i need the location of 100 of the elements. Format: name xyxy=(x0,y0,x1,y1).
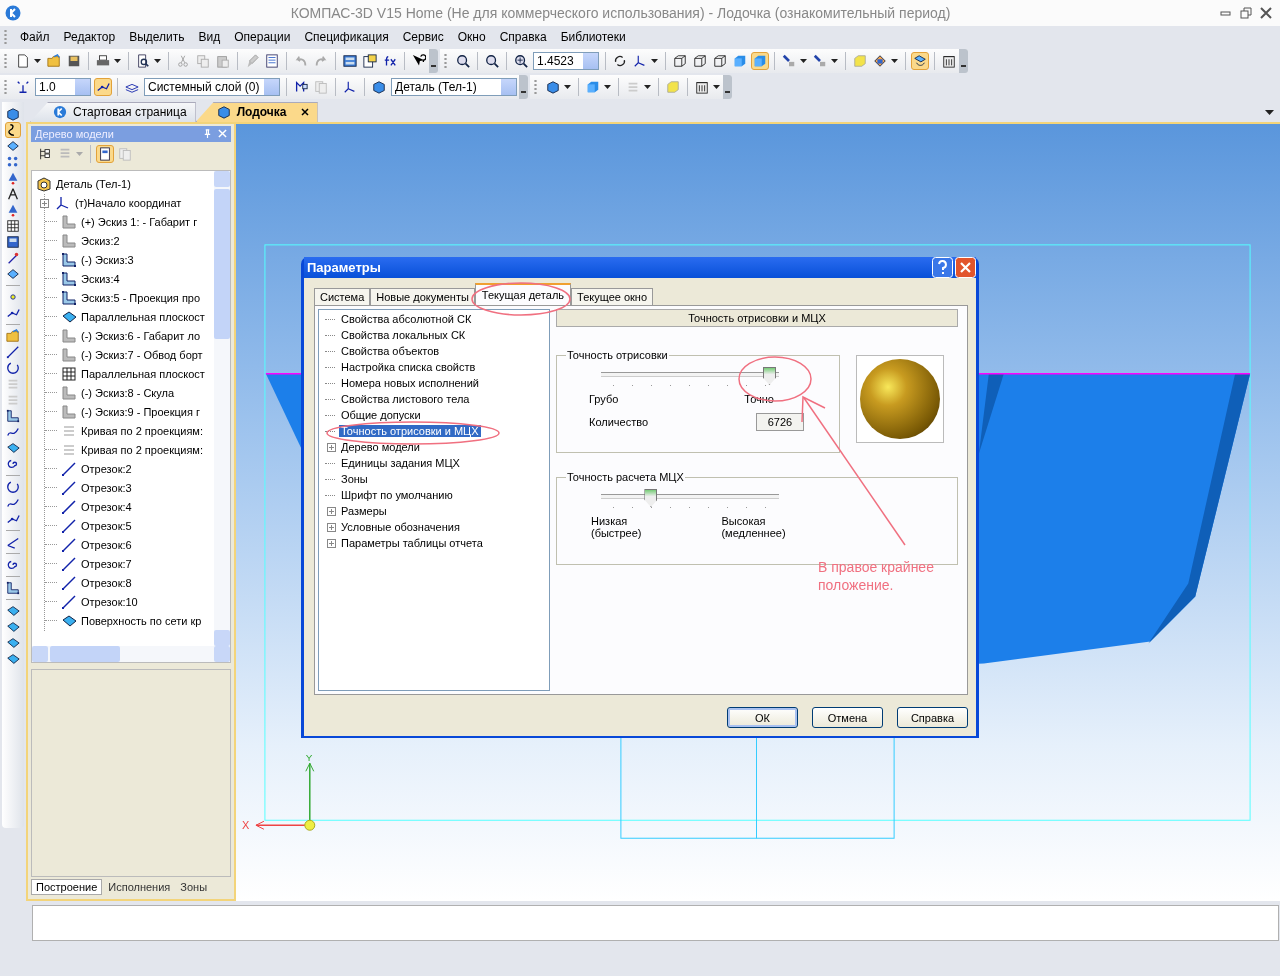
menu-item[interactable]: Выделить xyxy=(122,29,192,44)
dropdown-arrow-icon[interactable] xyxy=(651,58,658,63)
settings-tree-item[interactable]: Дерево модели xyxy=(339,441,422,453)
dialog-tab[interactable]: Текущее окно xyxy=(571,288,654,305)
tree-item[interactable]: Отрезок:2 xyxy=(81,463,132,476)
settings-tree-item[interactable]: Шрифт по умолчанию xyxy=(339,489,455,501)
dropdown-arrow-icon[interactable] xyxy=(800,58,807,63)
dialog-tab[interactable]: Новые документы xyxy=(370,288,475,305)
settings-tree-item[interactable]: Параметры таблицы отчета xyxy=(339,537,485,549)
tree-item[interactable]: Отрезок:3 xyxy=(81,482,132,495)
tree-item[interactable]: Отрезок:8 xyxy=(81,577,132,590)
toolbar-options-button[interactable] xyxy=(959,48,968,73)
dialog-button[interactable]: ОК xyxy=(727,707,798,728)
step-toggle-icon[interactable] xyxy=(94,77,112,96)
menu-item[interactable]: Вид xyxy=(191,29,228,44)
toolbar-options-button[interactable] xyxy=(429,48,438,73)
tab-list-arrow-icon[interactable] xyxy=(1265,109,1274,115)
tree-item[interactable]: Кривая по 2 проекциям: xyxy=(81,425,203,438)
dialog-tab[interactable]: Текущая деталь xyxy=(474,283,572,305)
shaded-cube-icon[interactable] xyxy=(751,51,769,70)
dropdown-arrow-icon[interactable] xyxy=(644,84,651,89)
step-combo[interactable]: 1.0 xyxy=(35,77,91,96)
cube-icon[interactable] xyxy=(5,105,21,122)
document-tab[interactable]: Лодочка xyxy=(195,101,318,122)
grid-icon[interactable] xyxy=(5,217,21,234)
dialog-tab[interactable]: Система xyxy=(314,288,371,305)
page-icon[interactable] xyxy=(96,144,114,163)
close-icon[interactable] xyxy=(1260,7,1272,19)
polyline-icon[interactable] xyxy=(5,407,21,424)
expand-icon[interactable] xyxy=(327,522,336,532)
panel-tab[interactable]: Исполнения xyxy=(104,880,175,895)
settings-tree-item[interactable]: Свойства листового тела xyxy=(339,393,472,405)
menu-item[interactable]: Справка xyxy=(492,29,554,44)
dropdown-arrow-icon[interactable] xyxy=(891,58,898,63)
dropdown-arrow-icon[interactable] xyxy=(114,58,121,63)
horizontal-scrollbar[interactable] xyxy=(32,645,230,662)
dropdown-arrow-icon[interactable] xyxy=(564,84,571,89)
dropdown-arrow-icon[interactable] xyxy=(713,84,720,89)
settings-tree-item[interactable]: Свойства объектов xyxy=(339,345,442,357)
settings-tree-item[interactable]: Свойства локальных СК xyxy=(339,329,468,341)
settings-tree-item[interactable]: Номера новых исполнений xyxy=(339,377,481,389)
settings-tree-item[interactable]: Настройка списка свойств xyxy=(339,361,478,373)
tree-item[interactable]: (-) Эскиз:8 - Скула xyxy=(81,387,175,400)
tree-item[interactable]: (т)Начало координат xyxy=(75,197,182,210)
tree-item[interactable]: Кривая по 2 проекциям: xyxy=(81,444,203,457)
restore-icon[interactable] xyxy=(1240,7,1252,19)
toolbar-options-button[interactable] xyxy=(519,74,528,99)
settings-tree-item[interactable]: Общие допуски xyxy=(339,409,423,421)
layer-combo[interactable]: Системный слой (0) xyxy=(144,77,280,96)
expand-icon[interactable] xyxy=(327,538,336,548)
panel-tab[interactable]: Построение xyxy=(31,879,103,896)
settings-tree-item[interactable]: Размеры xyxy=(339,505,389,517)
dialog-button[interactable]: Отмена xyxy=(812,707,883,728)
orientation-icon[interactable] xyxy=(911,51,929,70)
settings-tree-item[interactable]: Точность отрисовки и МЦХ xyxy=(339,425,481,437)
body-combo[interactable]: Деталь (Тел-1) xyxy=(391,77,517,96)
dropdown-arrow-icon[interactable] xyxy=(831,58,838,63)
tree-item[interactable]: Эскиз:5 - Проекция про xyxy=(81,292,201,305)
tree-item[interactable]: Отрезок:10 xyxy=(81,596,138,609)
tree-item[interactable]: Поверхность по сети кр xyxy=(81,615,202,628)
slider-thumb[interactable] xyxy=(763,367,776,385)
tree-item[interactable]: (-) Эскиз:3 xyxy=(81,254,134,267)
toolbar-options-button[interactable] xyxy=(723,74,732,99)
dropdown-arrow-icon[interactable] xyxy=(154,58,161,63)
pin-icon[interactable] xyxy=(203,129,212,139)
dropdown-arrow-icon[interactable] xyxy=(34,58,41,63)
tree-item[interactable]: Отрезок:4 xyxy=(81,501,132,514)
tree-item[interactable]: Отрезок:5 xyxy=(81,520,132,533)
tree-item[interactable]: Отрезок:7 xyxy=(81,558,132,571)
tree-item[interactable]: (+) Эскиз 1: - Габарит г xyxy=(81,216,198,229)
expand-icon[interactable] xyxy=(327,506,336,516)
settings-tree-item[interactable]: Свойства абсолютной СК xyxy=(339,313,474,325)
dropdown-arrow-icon[interactable] xyxy=(604,84,611,89)
help-icon[interactable] xyxy=(932,257,953,278)
menu-item[interactable]: Окно xyxy=(450,29,493,44)
panel-icon[interactable] xyxy=(5,233,21,250)
tree-item[interactable]: Эскиз:4 xyxy=(81,273,120,286)
tree-item[interactable]: Параллельная плоскост xyxy=(81,311,205,324)
slider-thumb[interactable] xyxy=(644,489,658,507)
expand-icon[interactable] xyxy=(40,198,49,208)
tree-item[interactable]: Отрезок:6 xyxy=(81,539,132,552)
expand-icon[interactable] xyxy=(327,442,336,452)
menu-item[interactable]: Сервис xyxy=(395,29,451,44)
menu-item[interactable]: Библиотеки xyxy=(553,29,633,44)
tree-item[interactable]: Деталь (Тел-1) xyxy=(56,178,131,191)
sketch-icon[interactable] xyxy=(5,121,21,138)
panel-tab[interactable]: Зоны xyxy=(176,880,212,895)
tree-item[interactable]: Параллельная плоскост xyxy=(81,368,205,381)
document-tab[interactable]: Стартовая страница xyxy=(30,101,196,122)
tree-item[interactable]: (-) Эскиз:6 - Габарит ло xyxy=(81,330,201,343)
settings-tree-item[interactable]: Единицы задания МЦХ xyxy=(339,457,462,469)
tree-item[interactable]: (-) Эскиз:9 - Проекция г xyxy=(81,406,200,419)
settings-tree-item[interactable]: Условные обозначения xyxy=(339,521,462,533)
settings-tree-item[interactable]: Зоны xyxy=(339,473,370,485)
tree-item[interactable]: Эскиз:2 xyxy=(81,235,120,248)
close-tab-icon[interactable] xyxy=(300,108,309,117)
tree-item[interactable]: (-) Эскиз:7 - Обвод борт xyxy=(81,349,203,362)
scale-combo[interactable]: 1.4523 xyxy=(533,51,599,70)
menu-item[interactable]: Файл xyxy=(13,29,57,44)
dialog-button[interactable]: Справка xyxy=(897,707,968,728)
